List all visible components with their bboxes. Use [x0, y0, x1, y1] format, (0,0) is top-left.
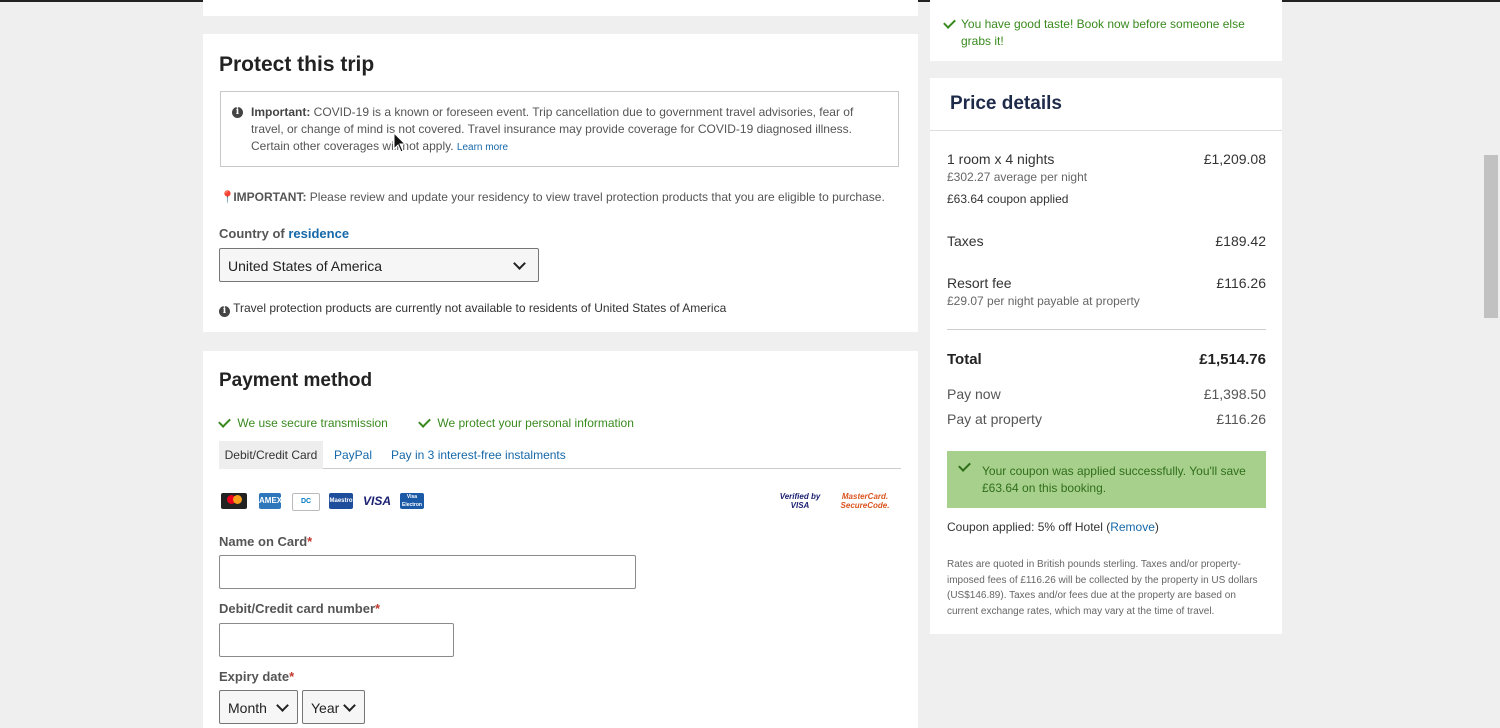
cursor-icon — [393, 132, 407, 153]
pay-at-property-line: Pay at property £116.26 — [947, 411, 1266, 427]
info-icon: i — [219, 306, 230, 317]
check-icon — [218, 415, 231, 428]
price-details-title: Price details — [950, 93, 1062, 114]
scrollbar-thumb[interactable] — [1484, 155, 1498, 318]
coupon-success-banner: Your coupon was applied successfully. Yo… — [947, 451, 1266, 508]
card-number-label-text: Debit/Credit card number — [219, 601, 376, 616]
check-icon — [418, 415, 431, 428]
name-on-card-label: Name on Card* — [219, 534, 312, 549]
verified-by-visa-logo: Verified by VISA — [779, 492, 821, 510]
protect-info-text: We protect your personal information — [437, 416, 634, 430]
card-number-input[interactable] — [219, 623, 454, 657]
diners-club-logo: DC — [292, 493, 320, 511]
residence-link[interactable]: residence — [288, 226, 349, 241]
expiry-date-label: Expiry date* — [219, 669, 294, 684]
secure-transmission: We use secure transmission — [218, 415, 388, 430]
important-label: Important: — [251, 105, 311, 119]
coupon-success-text: Your coupon was applied successfully. Yo… — [982, 464, 1246, 495]
amex-logo: AMEX — [259, 493, 282, 509]
info-icon: i — [232, 107, 243, 118]
coupon-close-paren: ) — [1154, 520, 1159, 534]
resort-fee-label: Resort fee — [947, 275, 1012, 291]
name-label-text: Name on Card — [219, 534, 308, 549]
mastercard-logo — [221, 493, 247, 509]
total-value: £1,514.76 — [1199, 351, 1266, 368]
chevron-down-icon — [343, 699, 356, 712]
year-value: Year — [311, 700, 340, 716]
protect-trip-title: Protect this trip — [219, 53, 375, 76]
covid-notice-text: Important: COVID-19 is a known or forese… — [251, 104, 886, 156]
chevron-down-icon — [513, 257, 526, 270]
tab-pay-in-3[interactable]: Pay in 3 interest-free instalments — [391, 448, 566, 462]
tab-debit-credit-card[interactable]: Debit/Credit Card — [219, 441, 323, 469]
required-mark: * — [375, 601, 381, 616]
rates-note: Rates are quoted in British pounds sterl… — [947, 559, 1258, 617]
resort-fee-sub: £29.07 per night payable at property — [947, 294, 1140, 308]
coupon-applied-label: Coupon applied: 5% off Hotel ( — [947, 520, 1111, 534]
visa-electron-logo: Visa Electron — [400, 493, 424, 509]
protect-info: We protect your personal information — [418, 415, 634, 430]
divider — [947, 329, 1266, 330]
payment-method-title: Payment method — [219, 370, 373, 391]
coupon-applied-line: £63.64 coupon applied — [947, 192, 1069, 206]
resort-fee-line: Resort fee £116.26 — [947, 275, 1266, 291]
chevron-down-icon — [276, 699, 289, 712]
residency-text: Please review and update your residency … — [309, 190, 885, 204]
protect-trip-section — [203, 34, 918, 332]
previous-section-card — [203, 0, 918, 16]
pay-now-value: £1,398.50 — [1203, 386, 1266, 402]
mastercard-securecode-logo: MasterCard. SecureCode. — [840, 492, 890, 510]
pay-now-label: Pay now — [947, 386, 1001, 402]
coupon-applied-info: Coupon applied: 5% off Hotel (Remove) — [947, 520, 1159, 534]
total-label: Total — [947, 351, 982, 368]
country-label-text: Country of — [219, 226, 285, 241]
tab-paypal[interactable]: PayPal — [334, 448, 372, 462]
required-mark: * — [289, 669, 295, 684]
room-line: 1 room x 4 nights £1,209.08 — [947, 151, 1266, 167]
country-select[interactable]: United States of America — [219, 248, 539, 282]
pay-now-line: Pay now £1,398.50 — [947, 386, 1266, 402]
total-line: Total £1,514.76 — [947, 351, 1266, 368]
country-select-value: United States of America — [228, 258, 383, 274]
resort-fee-value: £116.26 — [1216, 275, 1266, 291]
country-label: Country of residence — [219, 226, 349, 241]
taxes-line: Taxes £189.42 — [947, 233, 1266, 249]
residency-notice: 📍 IMPORTANT: Please review and update yo… — [220, 189, 910, 206]
month-value: Month — [228, 700, 267, 716]
good-taste-message: You have good taste! Book now before som… — [961, 17, 1245, 48]
maestro-logo: Maestro — [329, 493, 353, 509]
visa-logo: VISA — [362, 493, 392, 509]
name-on-card-input[interactable] — [219, 555, 636, 589]
avg-per-night: £302.27 average per night — [947, 170, 1088, 184]
learn-more-link[interactable]: Learn more — [457, 142, 508, 153]
secure-text: We use secure transmission — [237, 416, 388, 430]
pay-at-property-label: Pay at property — [947, 411, 1042, 427]
important-text: COVID-19 is a known or foreseen event. T… — [251, 105, 854, 153]
check-icon — [958, 459, 971, 472]
card-number-label: Debit/Credit card number* — [219, 601, 380, 616]
taxes-label: Taxes — [947, 233, 984, 249]
unavailable-notice: i Travel protection products are current… — [219, 300, 726, 317]
expiry-label-text: Expiry date — [219, 669, 290, 684]
remove-coupon-link[interactable]: Remove — [1110, 520, 1155, 534]
residency-label: IMPORTANT: — [233, 190, 307, 204]
expiry-month-select[interactable]: Month — [219, 690, 298, 724]
room-line-label: 1 room x 4 nights — [947, 151, 1055, 167]
room-line-value: £1,209.08 — [1203, 151, 1266, 167]
unavailable-text: Travel protection products are currently… — [233, 301, 727, 315]
divider — [930, 130, 1282, 131]
expiry-year-select[interactable]: Year — [302, 690, 365, 724]
taxes-value: £189.42 — [1215, 233, 1266, 249]
pay-at-property-value: £116.26 — [1216, 411, 1266, 427]
required-mark: * — [307, 534, 313, 549]
map-pin-icon: 📍 — [220, 190, 235, 204]
